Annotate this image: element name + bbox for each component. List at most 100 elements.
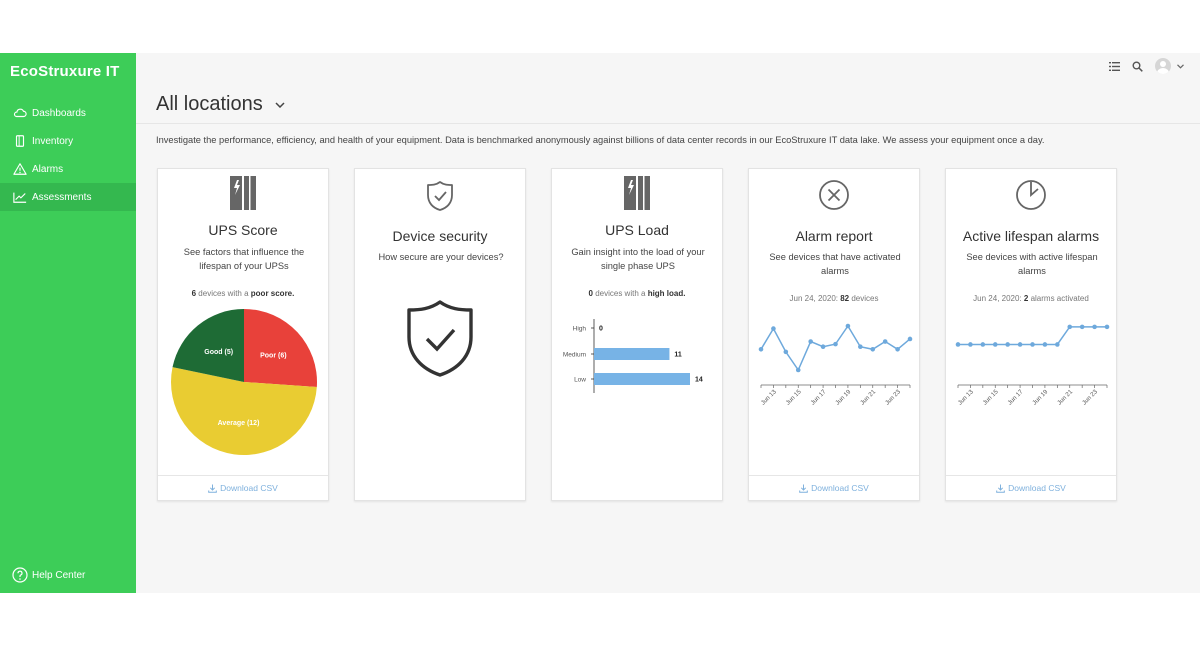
data-point[interactable] <box>955 342 961 347</box>
page-description: Investigate the performance, efficiency,… <box>156 135 1045 145</box>
ups-score-card[interactable]: UPS Score See factors that influence the… <box>157 168 329 501</box>
download-csv-button[interactable]: Download CSV <box>749 475 919 500</box>
data-point[interactable] <box>1017 342 1023 347</box>
user-menu[interactable] <box>1155 58 1184 74</box>
data-point[interactable] <box>771 326 776 331</box>
x-tick-label: Jun 17 <box>809 388 827 406</box>
user-avatar-icon <box>1155 58 1171 74</box>
card-title: UPS Score <box>208 222 278 238</box>
cloud-icon <box>12 105 28 121</box>
x-tick-label: Jun 15 <box>785 388 803 406</box>
sidebar-item-inventory[interactable]: Inventory <box>0 127 136 155</box>
stat-emphasis: poor score. <box>250 289 295 298</box>
alarm-report-line-chart: Jun 13 Jun 15 Jun 17 Jun 19 Jun 21 Jun 23 <box>758 323 913 407</box>
card-title: Alarm report <box>795 228 873 244</box>
clock-icon <box>946 179 1116 211</box>
bar[interactable] <box>594 373 690 385</box>
download-icon <box>996 484 1005 493</box>
help-center-link[interactable]: Help Center <box>12 567 85 583</box>
data-point[interactable] <box>895 346 900 352</box>
data-point[interactable] <box>1079 324 1085 330</box>
x-tick-label: Jun 13 <box>957 388 975 406</box>
download-csv-label: Download CSV <box>811 483 869 493</box>
data-point[interactable] <box>783 349 789 355</box>
x-tick-label: Jun 13 <box>760 388 778 406</box>
shield-check-large-icon <box>355 299 525 379</box>
header-divider <box>136 123 1200 124</box>
card-subtitle: How secure are your devices? <box>378 252 504 262</box>
alarm-report-card[interactable]: Alarm report See devices that have activ… <box>748 168 920 501</box>
ups-score-pie-chart: Poor (6) Average (12) Good (5) <box>171 309 317 455</box>
data-point[interactable] <box>833 341 838 347</box>
ups-battery-icon <box>552 175 722 211</box>
ups-load-bar-chart: High 0 Medium 11 Low 14 <box>563 319 703 393</box>
data-point[interactable] <box>968 342 973 347</box>
card-stat: Jun 24, 2020: 82 devices <box>749 294 919 303</box>
trend-chart-icon <box>12 189 28 205</box>
bar-value-label: 14 <box>695 377 703 384</box>
stat-text: devices <box>849 294 879 303</box>
stat-text: alarms activated <box>1028 294 1089 303</box>
chevron-down-icon <box>1177 63 1184 69</box>
card-subtitle: See factors that influence the lifespan … <box>183 247 305 271</box>
data-point[interactable] <box>907 336 913 342</box>
search-icon[interactable] <box>1132 61 1143 72</box>
x-tick-label: Jun 23 <box>1081 388 1099 406</box>
lifespan-alarms-line-chart: Jun 13 Jun 15 Jun 17 Jun 19 Jun 21 Jun 23 <box>955 324 1110 407</box>
data-point[interactable] <box>820 344 826 350</box>
bar-value-label: 0 <box>599 326 603 333</box>
data-point[interactable] <box>1042 342 1048 347</box>
card-title: Device security <box>392 228 488 244</box>
card-stat: 0 devices with a high load. <box>552 289 722 298</box>
ups-load-card[interactable]: UPS Load Gain insight into the load of y… <box>551 168 723 501</box>
location-selector[interactable]: All locations <box>156 93 285 116</box>
x-tick-label: Jun 21 <box>859 388 877 406</box>
list-icon[interactable] <box>1109 61 1120 71</box>
stat-date: Jun 24, 2020: <box>973 294 1024 303</box>
data-point[interactable] <box>758 346 764 352</box>
sidebar-item-alarms[interactable]: Alarms <box>0 155 136 183</box>
app-logo[interactable]: EcoStruxure IT <box>10 63 120 80</box>
device-security-card[interactable]: Device security How secure are your devi… <box>354 168 526 501</box>
data-point[interactable] <box>845 323 851 329</box>
download-csv-button[interactable]: Download CSV <box>946 475 1116 500</box>
sidebar-nav: Dashboards Inventory Alarms Assessments <box>0 99 136 211</box>
data-point[interactable] <box>858 344 863 350</box>
data-point[interactable] <box>980 342 986 347</box>
stat-emphasis: high load. <box>647 289 686 298</box>
ups-battery-icon <box>158 175 328 211</box>
data-point[interactable] <box>992 342 998 347</box>
data-point[interactable] <box>1104 324 1110 330</box>
bar-category-label: High <box>573 326 587 333</box>
sidebar-item-assessments[interactable]: Assessments <box>0 183 136 211</box>
data-point[interactable] <box>882 339 888 344</box>
stat-emphasis: 82 <box>840 294 850 303</box>
download-csv-button[interactable]: Download CSV <box>158 475 328 500</box>
data-point[interactable] <box>1092 324 1097 330</box>
bar[interactable] <box>594 348 670 360</box>
x-circle-icon <box>749 179 919 211</box>
box-icon <box>12 133 28 149</box>
chevron-down-icon <box>275 101 285 108</box>
data-point[interactable] <box>870 346 876 352</box>
sidebar-item-label: Alarms <box>32 163 64 175</box>
data-point[interactable] <box>795 367 801 373</box>
sidebar-item-dashboards[interactable]: Dashboards <box>0 99 136 127</box>
lifespan-alarms-card[interactable]: Active lifespan alarms See devices with … <box>945 168 1117 501</box>
download-csv-label: Download CSV <box>1008 483 1066 493</box>
topbar <box>1109 58 1184 74</box>
stat-date: Jun 24, 2020: <box>789 294 841 303</box>
data-point[interactable] <box>1005 342 1010 347</box>
data-point[interactable] <box>808 339 813 344</box>
x-tick-label: Jun 17 <box>1006 388 1024 406</box>
data-point[interactable] <box>1030 342 1035 347</box>
page-title: All locations <box>156 93 263 115</box>
data-point[interactable] <box>1055 342 1060 347</box>
x-tick-label: Jun 19 <box>834 388 852 406</box>
x-tick-label: Jun 15 <box>982 388 1000 406</box>
sidebar: EcoStruxure IT Dashboards Inventory Alar… <box>0 53 136 593</box>
pie-slice-poor[interactable] <box>244 309 317 387</box>
data-point[interactable] <box>1067 324 1073 330</box>
stat-text: devices with a <box>592 289 648 298</box>
shield-check-icon <box>355 180 525 212</box>
